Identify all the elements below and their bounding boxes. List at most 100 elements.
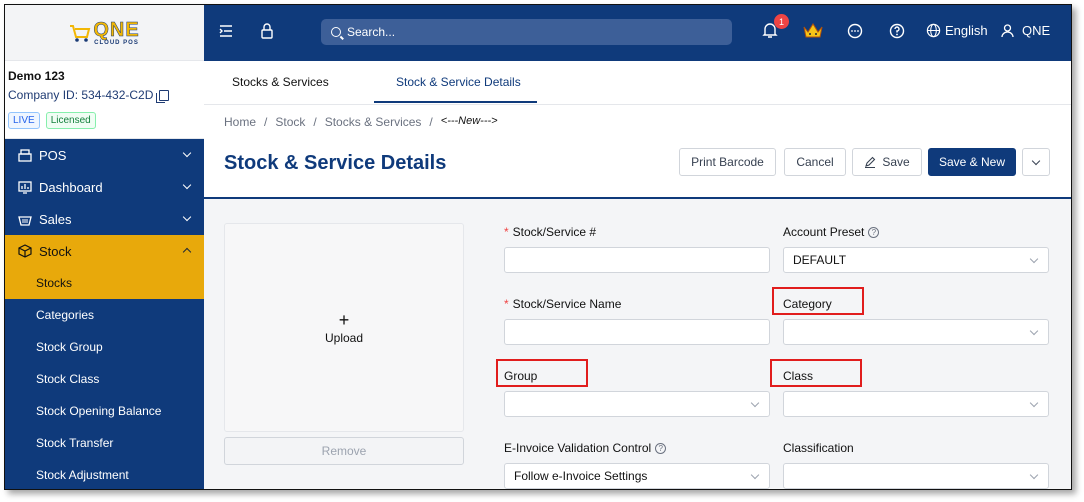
main-content: Stocks & Services Stock & Service Detail… — [204, 61, 1071, 489]
chevron-down-icon — [750, 470, 760, 480]
menu-item-pos[interactable]: POS — [5, 139, 204, 171]
sub-item-stocks[interactable]: Stocks — [5, 267, 204, 299]
side-menu: POS Dashboard Sales Stock Stocks Categor… — [5, 139, 204, 489]
pos-icon — [17, 148, 33, 162]
logo-brand: QNE — [93, 18, 140, 41]
tab-stocks-services[interactable]: Stocks & Services — [232, 75, 329, 89]
sub-item-stock-group[interactable]: Stock Group — [5, 331, 204, 363]
app-window: QNE CLOUD POS Demo 123 Company ID: 534-4… — [4, 4, 1072, 490]
company-info: Demo 123 Company ID: 534-432-C2D LIVE Li… — [5, 61, 204, 139]
question-icon[interactable]: ? — [655, 442, 667, 454]
stock-no-label: * Stock/Service # — [504, 225, 596, 239]
menu-collapse-icon[interactable] — [219, 25, 233, 37]
menu-label-sales: Sales — [39, 211, 72, 227]
menu-label-pos: POS — [39, 147, 67, 163]
image-upload-area[interactable]: + Upload — [224, 223, 464, 432]
breadcrumb-stocks-services[interactable]: Stocks & Services — [325, 115, 422, 129]
cancel-button[interactable]: Cancel — [784, 148, 846, 176]
chevron-down-icon — [1029, 470, 1039, 480]
category-highlight-box — [772, 287, 864, 315]
chevron-down-icon — [1031, 156, 1041, 165]
account-preset-value: DEFAULT — [793, 253, 847, 267]
classification-select[interactable] — [783, 463, 1049, 489]
lock-icon[interactable] — [260, 23, 274, 39]
tab-bar: Stocks & Services Stock & Service Detail… — [204, 61, 1071, 105]
sidebar: QNE CLOUD POS Demo 123 Company ID: 534-4… — [5, 5, 204, 489]
classification-label: Classification — [783, 441, 854, 455]
chevron-down-icon — [1029, 254, 1039, 264]
stock-name-input[interactable] — [504, 319, 770, 345]
einvoice-label: E-Invoice Validation Control ? — [504, 441, 667, 455]
category-select[interactable] — [783, 319, 1049, 345]
search-icon — [331, 27, 341, 37]
sub-item-stock-transfer[interactable]: Stock Transfer — [5, 427, 204, 459]
stock-no-label-text: Stock/Service # — [512, 225, 597, 239]
notification-count-badge: 1 — [774, 14, 789, 29]
menu-item-stock[interactable]: Stock — [5, 235, 204, 267]
chevron-down-icon — [750, 398, 760, 408]
tab-stock-service-details[interactable]: Stock & Service Details — [396, 75, 521, 89]
user-menu[interactable]: QNE — [1001, 23, 1050, 38]
account-preset-select[interactable]: DEFAULT — [783, 247, 1049, 273]
chevron-down-icon — [182, 212, 192, 222]
menu-item-sales[interactable]: Sales — [5, 203, 204, 235]
copy-icon[interactable] — [156, 89, 170, 103]
company-name: Demo 123 — [8, 69, 65, 83]
chevron-up-icon — [182, 247, 192, 257]
menu-label-stock: Stock — [39, 243, 72, 259]
breadcrumb-separator: / — [429, 115, 433, 129]
einvoice-value: Follow e-Invoice Settings — [514, 469, 648, 483]
einvoice-label-text: E-Invoice Validation Control — [504, 441, 652, 455]
crown-icon[interactable] — [802, 22, 824, 40]
menu-item-dashboard[interactable]: Dashboard — [5, 171, 204, 203]
breadcrumb-current: <---New---> — [440, 115, 498, 127]
breadcrumb-separator: / — [313, 115, 317, 129]
help-icon[interactable] — [889, 23, 905, 39]
group-highlight-box — [496, 359, 588, 387]
breadcrumb: Home / Stock / Stocks & Services / <---N… — [224, 115, 498, 129]
menu-label-dashboard: Dashboard — [39, 179, 103, 195]
required-marker: * — [504, 297, 509, 311]
sub-item-stock-opening-balance[interactable]: Stock Opening Balance — [5, 395, 204, 427]
sub-item-categories[interactable]: Categories — [5, 299, 204, 331]
basket-icon — [17, 212, 33, 226]
sub-item-stock-adjustment[interactable]: Stock Adjustment — [5, 459, 204, 489]
search-input[interactable]: Search... — [321, 19, 732, 45]
chevron-down-icon — [1029, 326, 1039, 336]
logo-sub: CLOUD POS — [94, 39, 139, 46]
dashboard-icon — [17, 180, 33, 194]
language-selector[interactable]: English — [926, 23, 988, 38]
sub-item-stock-class[interactable]: Stock Class — [5, 363, 204, 395]
einvoice-select[interactable]: Follow e-Invoice Settings — [504, 463, 770, 489]
print-barcode-button[interactable]: Print Barcode — [679, 148, 776, 176]
upload-label: Upload — [324, 330, 364, 345]
search-placeholder: Search... — [347, 25, 396, 39]
logo-area[interactable]: QNE CLOUD POS — [5, 5, 204, 61]
breadcrumb-separator: / — [264, 115, 268, 129]
chevron-down-icon — [1029, 398, 1039, 408]
notification-bell[interactable]: 1 — [762, 14, 789, 39]
cart-icon — [70, 24, 91, 42]
remove-image-button[interactable]: Remove — [224, 437, 464, 465]
group-select[interactable] — [504, 391, 770, 417]
language-label: English — [945, 23, 988, 38]
company-id: Company ID: 534-432-C2D — [8, 88, 154, 102]
class-select[interactable] — [783, 391, 1049, 417]
page-header: Home / Stock / Stocks & Services / <---N… — [204, 105, 1071, 199]
page-title: Stock & Service Details — [224, 152, 447, 174]
save-button[interactable]: Save — [852, 148, 922, 176]
top-bar: Search... 1 English QNE — [204, 5, 1071, 61]
save-and-new-button[interactable]: Save & New — [928, 148, 1016, 176]
breadcrumb-home[interactable]: Home — [224, 115, 256, 129]
stock-no-input[interactable] — [504, 247, 770, 273]
more-actions-button[interactable] — [1022, 148, 1050, 176]
globe-icon — [926, 23, 941, 38]
question-icon[interactable]: ? — [868, 226, 880, 238]
licensed-badge: Licensed — [45, 112, 96, 129]
pencil-icon — [865, 156, 876, 168]
breadcrumb-stock[interactable]: Stock — [275, 115, 305, 129]
user-name: QNE — [1022, 23, 1051, 38]
active-tab-indicator — [374, 101, 537, 103]
box-icon — [17, 244, 33, 258]
chat-icon[interactable] — [847, 23, 863, 39]
